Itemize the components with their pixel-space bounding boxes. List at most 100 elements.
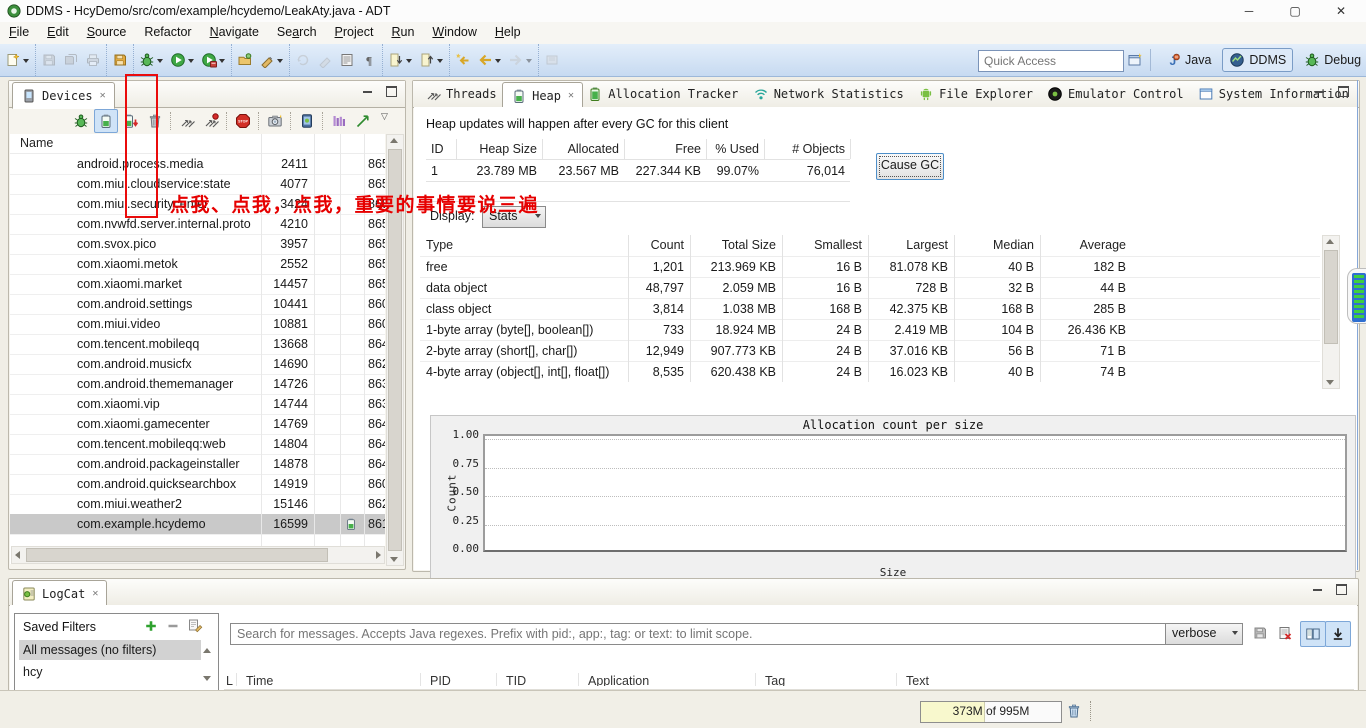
search-pen-button[interactable]: [257, 46, 286, 74]
minimize-view-button[interactable]: [1309, 86, 1329, 102]
device-row[interactable]: android.process.media 2411 8650: [10, 154, 385, 175]
chevron-down-icon[interactable]: [219, 59, 225, 63]
save-modified-button[interactable]: [110, 46, 130, 74]
open-type-button[interactable]: [235, 46, 255, 74]
stats-column-header[interactable]: Total Size: [690, 235, 782, 255]
menu-project[interactable]: Project: [326, 22, 383, 42]
device-row[interactable]: com.miui.cloudservice:state 4077 8651: [10, 174, 385, 195]
run-external-tools-button[interactable]: [199, 46, 228, 74]
chevron-down-icon[interactable]: [495, 59, 501, 63]
edit-filter-icon[interactable]: [187, 617, 203, 633]
stats-column-header[interactable]: Type: [420, 235, 628, 255]
stats-row[interactable]: data object 48,797 2.059 MB 16 B 728 B 32 B 44…: [420, 277, 1320, 299]
next-annotation-button[interactable]: [386, 46, 415, 74]
screen-capture-button[interactable]: [264, 110, 286, 132]
tab-devices[interactable]: Devices ✕: [12, 82, 115, 109]
chevron-down-icon[interactable]: [437, 59, 443, 63]
menu-refactor[interactable]: Refactor: [135, 22, 200, 42]
stats-row[interactable]: 4-byte array (object[], int[], float[]) 8…: [420, 361, 1320, 383]
device-row[interactable]: com.xiaomi.metok 2552 8658: [10, 254, 385, 275]
perspective-java[interactable]: J Java: [1158, 48, 1218, 72]
menu-file[interactable]: File: [0, 22, 38, 42]
menu-run[interactable]: Run: [382, 22, 423, 42]
new-wizard-button[interactable]: [3, 46, 32, 74]
systrace-button[interactable]: [352, 110, 374, 132]
update-threads-button[interactable]: [176, 110, 198, 132]
heap-monitor-flyout[interactable]: [1347, 268, 1366, 324]
stats-column-header[interactable]: Average: [1040, 235, 1132, 255]
menu-search[interactable]: Search: [268, 22, 326, 42]
maximize-button[interactable]: ▢: [1280, 2, 1310, 20]
logcat-column-header[interactable]: Text: [906, 674, 929, 686]
tab-threads[interactable]: Threads: [417, 82, 505, 106]
logcat-column-header[interactable]: TID: [506, 674, 526, 686]
logcat-column-header[interactable]: PID: [430, 674, 451, 686]
display-select[interactable]: Stats: [482, 206, 546, 228]
logcat-search-input[interactable]: [230, 623, 1169, 645]
minimize-view-button[interactable]: [1307, 584, 1327, 600]
menu-help[interactable]: Help: [486, 22, 530, 42]
menu-source[interactable]: Source: [78, 22, 136, 42]
summary-header[interactable]: ID: [426, 139, 456, 159]
chevron-down-icon[interactable]: [188, 59, 194, 63]
logcat-column-header[interactable]: Application: [588, 674, 649, 686]
device-row[interactable]: com.example.hcydemo 16599 8610: [10, 514, 385, 535]
summary-header[interactable]: Heap Size: [456, 139, 542, 159]
capture-hierarchy-button[interactable]: [328, 110, 350, 132]
chevron-down-icon[interactable]: [23, 59, 29, 63]
logcat-column-header[interactable]: L: [226, 674, 233, 686]
clear-log-icon[interactable]: [1273, 621, 1297, 645]
view-menu-icon[interactable]: ▽: [381, 111, 388, 122]
scroll-lock-icon[interactable]: [1325, 621, 1351, 647]
stats-row[interactable]: 2-byte array (short[], char[]) 12,949 907.…: [420, 340, 1320, 362]
summary-header[interactable]: % Used: [706, 139, 764, 159]
save-log-icon[interactable]: [1248, 621, 1272, 645]
device-row[interactable]: com.tencent.mobileqq:web 14804 8645: [10, 434, 385, 455]
chevron-down-icon[interactable]: [406, 59, 412, 63]
summary-header[interactable]: # Objects: [764, 139, 850, 159]
minimize-view-button[interactable]: [357, 86, 377, 102]
maximize-view-button[interactable]: [1331, 584, 1351, 600]
perspective-ddms[interactable]: DDMS: [1222, 48, 1294, 72]
previous-annotation-button[interactable]: [417, 46, 446, 74]
maximize-view-button[interactable]: [381, 86, 401, 102]
device-row[interactable]: com.tencent.mobileqq 13668 8641: [10, 334, 385, 355]
tab-file-explorer[interactable]: File Explorer: [910, 82, 1041, 106]
stats-column-header[interactable]: Largest: [868, 235, 954, 255]
perspective-debug[interactable]: Debug: [1297, 48, 1366, 72]
close-button[interactable]: ✕: [1326, 2, 1356, 20]
open-perspective-button[interactable]: [1125, 46, 1145, 74]
menu-window[interactable]: Window: [423, 22, 485, 42]
debug-button[interactable]: [137, 46, 166, 74]
chevron-down-icon[interactable]: [157, 59, 163, 63]
logcat-column-header[interactable]: Tag: [765, 674, 785, 686]
close-icon[interactable]: ✕: [568, 90, 574, 101]
run-button[interactable]: [168, 46, 197, 74]
display-saved-filters-view-icon[interactable]: [1300, 621, 1326, 647]
minimize-button[interactable]: ─: [1234, 2, 1264, 20]
start-method-profiling-button[interactable]: [200, 110, 222, 132]
device-row[interactable]: com.nvwfd.server.internal.proto 4210 8655: [10, 214, 385, 235]
stats-row[interactable]: free 1,201 213.969 KB 16 B 81.078 KB 40 B 182 …: [420, 256, 1320, 278]
cause-gc-trash-button[interactable]: [144, 110, 166, 132]
saved-filter-item[interactable]: All messages (no filters): [19, 640, 201, 660]
remove-filter-icon[interactable]: [165, 618, 181, 634]
update-heap-button[interactable]: [94, 109, 118, 133]
add-filter-icon[interactable]: [143, 618, 159, 634]
tab-emulator-control[interactable]: Emulator Control: [1039, 82, 1192, 106]
device-row[interactable]: com.android.quicksearchbox 14919 8603: [10, 474, 385, 495]
screen-record-button[interactable]: [296, 110, 318, 132]
devices-vscrollbar[interactable]: [386, 134, 404, 566]
device-row[interactable]: com.android.musicfx 14690 8620: [10, 354, 385, 375]
device-row[interactable]: com.miui.weather2 15146 8622: [10, 494, 385, 515]
device-row[interactable]: com.miui.video 10881 8609: [10, 314, 385, 335]
device-row[interactable]: com.xiaomi.market 14457 8659: [10, 274, 385, 295]
last-edit-location-button[interactable]: [453, 46, 473, 74]
dump-hprof-button[interactable]: [120, 110, 142, 132]
stats-vscrollbar[interactable]: [1322, 235, 1340, 389]
tab-network-statistics[interactable]: Network Statistics: [745, 82, 912, 106]
run-gc-trash-icon[interactable]: [1066, 703, 1082, 719]
tab-system-information[interactable]: System Information: [1190, 82, 1357, 106]
device-row[interactable]: com.svox.pico 3957 8657: [10, 234, 385, 255]
stats-column-header[interactable]: Median: [954, 235, 1040, 255]
